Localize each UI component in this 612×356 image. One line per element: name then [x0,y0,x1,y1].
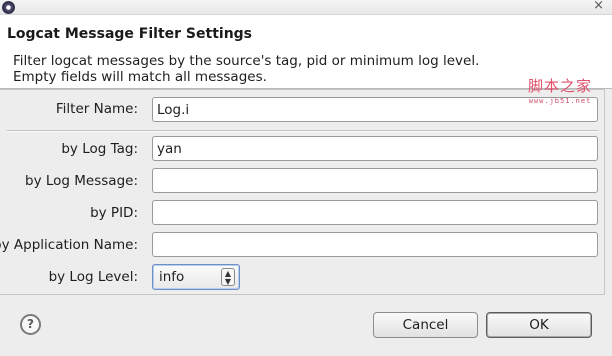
dialog-title: Logcat Message Filter Settings [7,26,253,42]
window-titlebar: × [0,0,612,15]
filter-form: Filter Name: by Log Tag: by Log Message:… [0,89,605,295]
log-message-field[interactable] [152,168,598,193]
app-name-field[interactable] [152,232,598,257]
pid-label: by PID: [90,205,138,221]
watermark-url: www.jb51.net [528,97,592,105]
close-icon[interactable]: × [593,0,604,14]
filter-name-label: Filter Name: [55,101,138,117]
dialog-body: Filter Name: by Log Tag: by Log Message:… [0,88,612,356]
log-level-label: by Log Level: [48,269,138,285]
log-tag-label: by Log Tag: [61,141,138,157]
log-message-label: by Log Message: [25,173,138,189]
log-tag-field[interactable] [152,136,598,161]
pid-field[interactable] [152,200,598,225]
dialog-description: Filter logcat messages by the source's t… [13,53,479,85]
log-level-select[interactable]: info ▲ ▼ [152,264,240,290]
ok-button[interactable]: OK [486,312,592,338]
app-name-label: by Application Name: [0,237,138,253]
updown-arrows-icon: ▲ ▼ [221,268,235,286]
eclipse-icon [2,1,15,14]
watermark-text: 脚本之家 [528,77,593,95]
log-level-value: info [159,269,185,285]
description-line-1: Filter logcat messages by the source's t… [13,53,480,69]
watermark: 脚本之家 www.jb51.net [528,75,592,105]
description-line-2: Empty fields will match all messages. [13,69,267,85]
cancel-button[interactable]: Cancel [373,312,478,338]
help-icon[interactable]: ? [20,314,41,335]
form-separator [7,130,599,132]
dialog-header: Logcat Message Filter Settings Filter lo… [0,15,612,88]
